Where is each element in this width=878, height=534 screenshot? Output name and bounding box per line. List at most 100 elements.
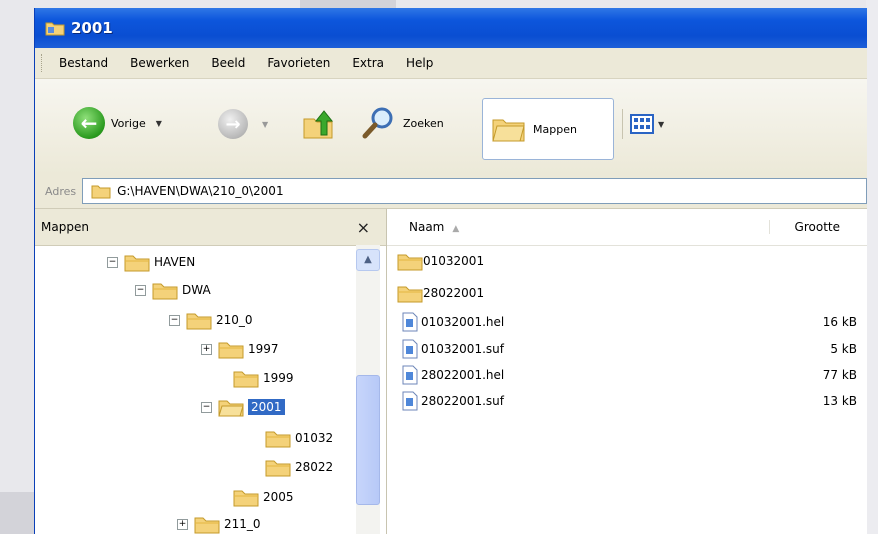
toolbar: ← Vorige ▼ → ▼ Zoeken Mappen ▼ [35,79,867,175]
tree-item-1997[interactable]: + 1997 [201,336,279,362]
folder-up-icon[interactable] [301,107,335,141]
menu-bar: Bestand Bewerken Beeld Favorieten Extra … [35,48,867,79]
window-title: 2001 [71,19,113,37]
collapse-toggle-icon[interactable]: − [169,314,180,326]
file-row[interactable]: 28022001 [387,281,857,305]
folder-icon [397,286,423,303]
file-name: 01032001 [423,254,485,268]
file-size: 13 kB [822,394,857,408]
tree-item-label: 28022 [295,460,334,474]
menu-extra[interactable]: Extra [352,56,384,70]
tree-item-211-0[interactable]: + 211_0 [177,511,261,534]
tree-item-haven[interactable]: − HAVEN [107,249,195,275]
folders-label: Mappen [533,122,577,136]
file-size: 16 kB [822,315,857,329]
folder-icon [218,342,244,359]
column-header: Naam ▲ Grootte [387,209,867,246]
back-label: Vorige [111,116,146,130]
background-right-edge [866,0,878,534]
open-folder-icon [218,400,244,417]
folder-icon [45,22,65,36]
tree-item-label: DWA [182,283,211,297]
tree-item-28022[interactable]: 28022 [265,454,333,480]
menu-grip[interactable] [41,54,45,72]
column-header-size[interactable]: Grootte [769,220,850,234]
file-name: 01032001.hel [421,315,505,329]
tree-item-label: 1999 [263,371,294,385]
address-bar: Adres G:\HAVEN\DWA\210_0\2001 [35,174,867,209]
file-row[interactable]: 28022001.hel 77 kB [387,363,857,387]
folders-scrollbar[interactable]: ▲ [356,245,380,534]
file-row[interactable]: 01032001 [387,249,857,273]
file-name: 28022001 [423,286,485,300]
folder-icon [233,490,259,507]
menu-favorieten[interactable]: Favorieten [267,56,330,70]
forward-dropdown-arrow-icon[interactable]: ▼ [262,120,268,129]
tree-item-01032[interactable]: 01032 [265,425,333,451]
views-dropdown-arrow-icon[interactable]: ▼ [658,120,664,129]
file-name: 28022001.hel [421,368,505,382]
folder-icon [233,371,259,388]
title-bar[interactable]: 2001 [35,8,867,48]
back-dropdown-arrow-icon[interactable]: ▼ [156,119,162,128]
file-name: 28022001.suf [421,394,504,408]
menu-bewerken[interactable]: Bewerken [130,56,189,70]
address-label: Adres [45,184,77,198]
views-grid-icon [630,114,654,134]
scroll-thumb[interactable] [356,375,380,505]
menu-beeld[interactable]: Beeld [211,56,245,70]
column-header-name[interactable]: Naam ▲ [387,220,769,234]
folder-icon [265,460,291,477]
close-icon[interactable]: × [357,218,370,237]
folder-icon [91,185,111,199]
folders-pane-title: Mappen [41,220,89,234]
file-list-pane: Naam ▲ Grootte 01032001 28022001 01032001… [387,209,867,534]
tree-item-2001[interactable]: − 2001 [201,394,285,420]
tree-item-210-0[interactable]: − 210_0 [169,307,253,333]
search-button[interactable]: Zoeken [361,105,444,141]
explorer-window: 2001 Bestand Bewerken Beeld Favorieten E… [34,8,867,534]
tree-item-label: HAVEN [154,255,196,269]
folders-button[interactable]: Mappen [482,98,614,160]
tree-item-label: 2005 [263,490,294,504]
toolbar-separator [622,109,623,139]
green-arrow-left-icon: ← [73,107,105,139]
tree-item-2005[interactable]: 2005 [233,484,294,510]
folders-pane: Mappen × − HAVEN − DWA − 210_0 + 1997 19… [35,209,387,534]
tree-item-1999[interactable]: 1999 [233,365,294,391]
search-label: Zoeken [403,116,444,130]
file-row[interactable]: 01032001.hel 16 kB [387,310,857,334]
tree-item-dwa[interactable]: − DWA [135,277,211,303]
folders-icon [492,119,525,142]
file-row[interactable]: 28022001.suf 13 kB [387,389,857,413]
file-size: 5 kB [830,342,857,356]
address-field[interactable]: G:\HAVEN\DWA\210_0\2001 [82,178,867,204]
menu-bestand[interactable]: Bestand [59,56,108,70]
sort-ascending-icon: ▲ [452,224,460,234]
folder-icon [186,313,212,330]
back-button[interactable]: ← Vorige ▼ [73,107,162,139]
menu-help[interactable]: Help [406,56,433,70]
views-button[interactable]: ▼ [630,114,664,134]
scroll-up-arrow-icon[interactable]: ▲ [356,249,380,271]
tree-item-label: 210_0 [216,313,253,327]
document-icon [402,312,418,332]
document-icon [402,365,418,385]
expand-toggle-icon[interactable]: + [177,518,188,530]
collapse-toggle-icon[interactable]: − [135,284,146,296]
magnifier-icon [362,107,393,139]
file-size: 77 kB [822,368,857,382]
tree-item-label: 01032 [295,431,334,445]
folder-icon [152,283,178,300]
collapse-toggle-icon[interactable]: − [201,401,212,413]
folder-icon [397,254,423,271]
collapse-toggle-icon[interactable]: − [107,256,118,268]
document-icon [402,339,418,359]
tree-item-label: 211_0 [224,517,261,531]
address-value[interactable]: G:\HAVEN\DWA\210_0\2001 [117,184,283,198]
folder-icon [124,255,150,272]
forward-button[interactable]: → ▼ [218,109,268,139]
column-size-label: Grootte [794,220,840,234]
file-row[interactable]: 01032001.suf 5 kB [387,337,857,361]
expand-toggle-icon[interactable]: + [201,343,212,355]
